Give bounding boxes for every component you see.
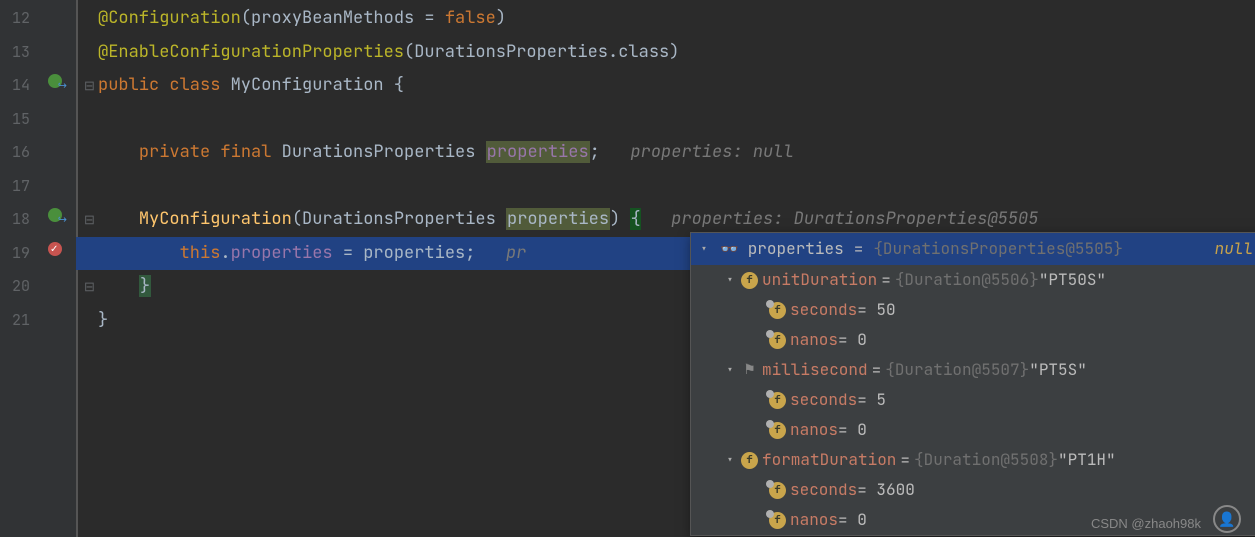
flag-icon: ⚑: [741, 355, 758, 385]
spring-bean-icon[interactable]: [48, 72, 66, 90]
field-icon: f: [769, 512, 786, 529]
keyword: class: [169, 74, 220, 96]
chevron-down-icon[interactable]: ▾: [723, 445, 737, 475]
code-line[interactable]: [76, 170, 1255, 204]
debug-value-popup[interactable]: ▾ 👓 properties = {DurationsProperties@55…: [690, 232, 1255, 536]
var-type: {Duration@5508}: [914, 445, 1058, 475]
var-name: nanos: [790, 415, 838, 445]
debug-tree-row[interactable]: fnanos = 0: [691, 415, 1255, 445]
debug-tree-row[interactable]: ▾⚑millisecond = {Duration@5507} "PT5S": [691, 355, 1255, 385]
field: properties: [486, 141, 590, 163]
line-number: 12: [0, 2, 30, 36]
code-editor[interactable]: 12 13 14 15 16 17 18 19 20 21 @Configura…: [0, 0, 1255, 537]
field-icon: f: [741, 452, 758, 469]
null-badge: null: [1215, 234, 1255, 264]
code-line[interactable]: [76, 103, 1255, 137]
brace: }: [139, 275, 151, 297]
field-icon: f: [769, 482, 786, 499]
debug-tree-row[interactable]: fnanos = 0: [691, 325, 1255, 355]
line-number: 16: [0, 136, 30, 170]
breakpoint-icon[interactable]: [48, 240, 66, 258]
code-line[interactable]: @Configuration(proxyBeanMethods = false): [76, 2, 1255, 36]
icon-gutter: [38, 0, 76, 537]
var-name: millisecond: [762, 355, 868, 385]
var-type: {Duration@5506}: [895, 265, 1039, 295]
line-number-gutter: 12 13 14 15 16 17 18 19 20 21: [0, 0, 38, 537]
var-value: "PT50S": [1039, 265, 1106, 295]
var-value: = 3600: [857, 475, 915, 505]
line-number: 17: [0, 170, 30, 204]
field-icon: f: [769, 302, 786, 319]
literal: false: [445, 7, 496, 29]
var-value: "PT1H": [1058, 445, 1116, 475]
var-name: seconds: [790, 385, 857, 415]
var-type: {DurationsProperties@5505}: [873, 234, 1123, 264]
field: properties: [231, 242, 333, 264]
var-name: unitDuration: [762, 265, 877, 295]
inline-debug-hint: pr: [506, 242, 526, 264]
classname: DurationsProperties: [302, 208, 496, 230]
debug-tree-row[interactable]: ▾fformatDuration = {Duration@5508} "PT1H…: [691, 445, 1255, 475]
line-number: 19: [0, 237, 30, 271]
debug-tree-row[interactable]: fseconds = 50: [691, 295, 1255, 325]
identifier: properties: [363, 242, 465, 264]
line-number: 21: [0, 304, 30, 338]
field-icon: f: [741, 272, 758, 289]
watermark-avatar-icon: 👤: [1213, 505, 1241, 533]
keyword: public: [98, 74, 159, 96]
classname: DurationsProperties: [414, 41, 608, 63]
line-number: 13: [0, 36, 30, 70]
inline-debug-hint: properties: null: [630, 141, 793, 163]
var-value: = 0: [838, 505, 867, 535]
var-type: {Duration@5507}: [885, 355, 1029, 385]
fold-toggle[interactable]: ⊟: [84, 270, 98, 304]
chevron-down-icon[interactable]: ▾: [723, 265, 737, 295]
popup-header[interactable]: ▾ 👓 properties = {DurationsProperties@55…: [691, 233, 1255, 265]
var-name: seconds: [790, 475, 857, 505]
debug-tree-row[interactable]: fseconds = 5: [691, 385, 1255, 415]
keyword: private: [139, 141, 210, 163]
var-name: seconds: [790, 295, 857, 325]
debug-tree-row[interactable]: fseconds = 3600: [691, 475, 1255, 505]
arg-name: proxyBeanMethods: [251, 7, 414, 29]
var-name: formatDuration: [762, 445, 896, 475]
fold-toggle[interactable]: ⊟: [84, 203, 98, 237]
chevron-down-icon[interactable]: ▾: [697, 234, 711, 264]
var-name: nanos: [790, 325, 838, 355]
brace: }: [98, 309, 108, 331]
code-line[interactable]: private final DurationsProperties proper…: [76, 136, 1255, 170]
var-name: properties: [748, 234, 844, 264]
inline-debug-hint: properties: DurationsProperties@5505: [671, 208, 1038, 230]
var-name: nanos: [790, 505, 838, 535]
field-icon: f: [769, 422, 786, 439]
method: MyConfiguration: [139, 208, 292, 230]
line-number: 15: [0, 103, 30, 137]
field-icon: f: [769, 392, 786, 409]
fold-toggle[interactable]: ⊟: [84, 69, 98, 103]
line-number: 20: [0, 270, 30, 304]
var-value: = 5: [857, 385, 886, 415]
chevron-down-icon[interactable]: ▾: [723, 355, 737, 385]
code-area[interactable]: @Configuration(proxyBeanMethods = false)…: [76, 0, 1255, 537]
run-icon[interactable]: [48, 206, 66, 224]
parameter: properties: [506, 208, 610, 230]
var-value: = 0: [838, 325, 867, 355]
watch-icon: 👓: [720, 234, 739, 264]
code-line[interactable]: @EnableConfigurationProperties(Durations…: [76, 36, 1255, 70]
annotation: @Configuration: [98, 7, 241, 29]
keyword: final: [220, 141, 271, 163]
line-number: 14: [0, 69, 30, 103]
line-number: 18: [0, 203, 30, 237]
var-value: = 50: [857, 295, 895, 325]
var-value: = 0: [838, 415, 867, 445]
var-value: "PT5S": [1029, 355, 1087, 385]
watermark-text: CSDN @zhaoh98k: [1091, 516, 1201, 531]
classname: DurationsProperties: [282, 141, 476, 163]
annotation: @EnableConfigurationProperties: [98, 41, 404, 63]
code-line[interactable]: ⊟public class MyConfiguration {: [76, 69, 1255, 103]
debug-tree-row[interactable]: ▾funitDuration = {Duration@5506} "PT50S": [691, 265, 1255, 295]
field-icon: f: [769, 332, 786, 349]
keyword: this: [180, 242, 221, 264]
classname: MyConfiguration: [231, 74, 384, 96]
